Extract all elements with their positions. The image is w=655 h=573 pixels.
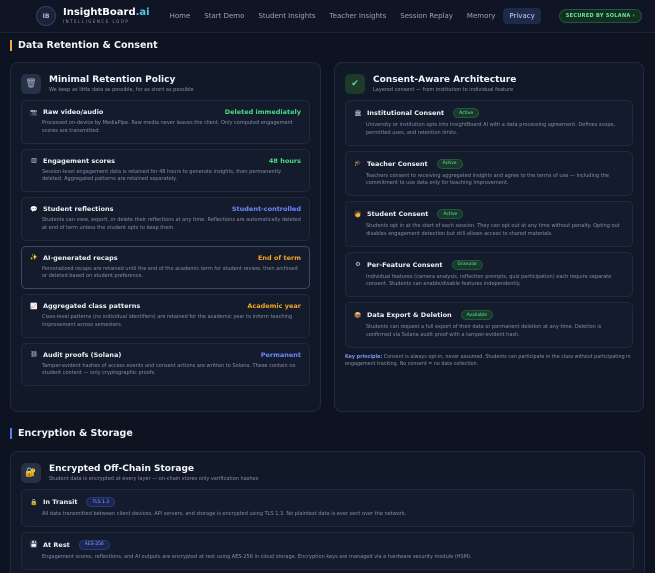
protocol-badge: AES-256 xyxy=(78,539,110,550)
panel-subtitle: We keep as little data as possible, for … xyxy=(49,87,194,93)
retention-item-student-reflections: 💬 Student reflections Student-controlled S… xyxy=(21,197,310,241)
retention-value: Academic year xyxy=(247,302,301,310)
status-badge: Granular xyxy=(451,259,484,270)
section-title-encryption: Encryption & Storage xyxy=(10,428,133,439)
logo[interactable]: IB InsightBoard.ai INTELLIGENCE LOOP xyxy=(36,6,150,26)
consent-item-per-feature: ⚙ Per-Feature Consent Granular Individual … xyxy=(345,251,633,297)
panel-title: Consent-Aware Architecture xyxy=(373,75,517,85)
nav-link-student-insights[interactable]: Student Insights xyxy=(252,8,321,24)
lock-icon: 🔐 xyxy=(21,463,41,483)
status-badge: Active xyxy=(453,108,480,118)
retention-item-audit-proofs: ⛓ Audit proofs (Solana) Permanent Tamper-e… xyxy=(21,342,310,386)
graduation-cap-icon: 🎓 xyxy=(354,160,362,167)
status-badge: Active xyxy=(437,209,464,219)
nav-links: Home Start Demo Student Insights Teacher… xyxy=(164,8,541,24)
trash-icon: 🗑 xyxy=(21,74,41,94)
consent-item-teacher: 🎓 Teacher Consent Active Teachers consent … xyxy=(345,150,633,196)
camera-icon: 📷 xyxy=(30,108,38,116)
encrypted-storage-panel: 🔐 Encrypted Off-Chain Storage Student da… xyxy=(10,451,645,573)
retention-item-engagement-scores: ▥ Engagement scores 48 hours Session-level… xyxy=(21,148,310,192)
panel-title: Encrypted Off-Chain Storage xyxy=(49,464,195,474)
section-title-retention: Data Retention & Consent xyxy=(10,40,158,51)
nav-link-memory[interactable]: Memory xyxy=(461,8,501,24)
consent-item-institutional: 🏛 Institutional Consent Active University … xyxy=(345,100,633,146)
brand-tagline: INTELLIGENCE LOOP xyxy=(63,19,130,24)
encryption-item-at-rest: 💾 At Rest AES-256 Engagement scores, refle… xyxy=(21,531,634,570)
line-chart-icon: 📈 xyxy=(30,302,38,310)
nav-link-home[interactable]: Home xyxy=(164,8,197,24)
brand-name: InsightBoard.ai xyxy=(63,7,150,18)
speech-bubble-icon: 💬 xyxy=(30,205,38,213)
nav-link-session-replay[interactable]: Session Replay xyxy=(394,8,459,24)
lock-icon: 🔒 xyxy=(30,498,38,506)
checkmark-icon: ✔ xyxy=(345,74,365,94)
encryption-item-in-transit: 🔒 In Transit TLS 1.3 All data transmitted … xyxy=(21,489,634,527)
retention-value: End of term xyxy=(257,253,301,262)
protocol-badge: TLS 1.3 xyxy=(86,497,116,507)
floppy-disk-icon: 💾 xyxy=(30,541,38,549)
panel-title: Minimal Retention Policy xyxy=(49,75,176,85)
student-icon: 🧑 xyxy=(354,210,362,218)
logo-icon: IB xyxy=(36,6,56,26)
retention-value: 48 hours xyxy=(268,156,301,165)
nav-link-teacher-insights[interactable]: Teacher Insights xyxy=(324,8,393,24)
institution-icon: 🏛 xyxy=(354,109,362,117)
sparkle-icon: ✨ xyxy=(30,254,38,261)
status-badge: Available xyxy=(460,310,494,320)
consent-architecture-panel: ✔ Consent-Aware Architecture Layered con… xyxy=(334,62,644,412)
retention-value: Permanent xyxy=(260,350,301,359)
panel-subtitle: Student data is encrypted at every layer… xyxy=(49,476,259,482)
retention-item-ai-recaps: ✨ AI-generated recaps End of term Personal… xyxy=(21,245,310,289)
retention-value: Deleted immediately xyxy=(224,108,301,116)
consent-item-export-deletion: 📦 Data Export & Deletion Available Student… xyxy=(345,302,633,348)
minimal-retention-panel: 🗑 Minimal Retention Policy We keep as li… xyxy=(10,62,321,412)
bar-chart-icon: ▥ xyxy=(31,157,37,164)
package-icon: 📦 xyxy=(354,311,362,319)
retention-value: Student-controlled xyxy=(231,205,301,213)
status-badge: Active xyxy=(436,158,463,169)
key-principle-note: Key principle: Consent is always opt-in,… xyxy=(345,354,631,368)
nav-link-privacy[interactable]: Privacy xyxy=(503,8,541,24)
top-nav: IB InsightBoard.ai INTELLIGENCE LOOP Hom… xyxy=(0,0,655,33)
retention-item-raw-video: 📷 Raw video/audio Deleted immediately Proc… xyxy=(21,100,310,144)
arrow-right-icon: › xyxy=(632,13,636,19)
nav-link-start-demo[interactable]: Start Demo xyxy=(198,8,250,24)
consent-item-student: 🧑 Student Consent Active Students opt in a… xyxy=(345,201,633,247)
retention-item-class-patterns: 📈 Aggregated class patterns Academic year … xyxy=(21,294,310,338)
gear-icon: ⚙ xyxy=(355,261,361,268)
panel-subtitle: Layered consent — from institution to in… xyxy=(373,87,514,93)
chain-link-icon: ⛓ xyxy=(30,351,38,358)
secured-by-solana-badge[interactable]: SECURED BY SOLANA › xyxy=(558,9,643,23)
